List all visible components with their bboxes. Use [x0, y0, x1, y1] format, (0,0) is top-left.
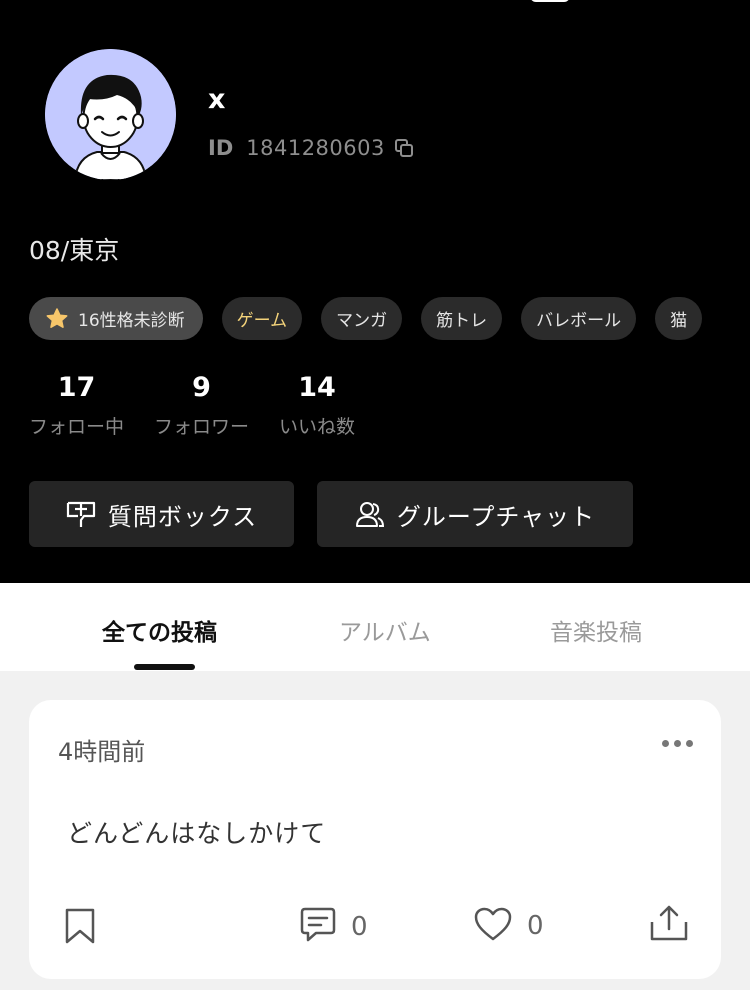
share-icon[interactable] [649, 904, 689, 946]
post-card[interactable]: 4時間前 どんどんはなしかけて 0 0 [29, 700, 721, 979]
stat-label: いいね数 [279, 416, 356, 438]
tab-album[interactable]: アルバム [339, 613, 431, 647]
interest-tags: 16性格未診断 ゲーム マンガ 筋トレ バレボール 猫 [29, 297, 721, 340]
active-tab-indicator [134, 664, 195, 670]
tab-music-posts[interactable]: 音楽投稿 [550, 613, 642, 647]
tag-game[interactable]: ゲーム [221, 297, 303, 340]
stat-likes[interactable]: 14 いいね数 [279, 372, 355, 439]
stats-row: 17 フォロー中 9 フォロワー 14 いいね数 [29, 372, 385, 439]
bio-text: 08/東京 [29, 236, 120, 265]
stat-following[interactable]: 17 フォロー中 [29, 372, 124, 439]
tag-cat[interactable]: 猫 [655, 297, 703, 340]
question-box-button[interactable]: 質問ボックス [29, 481, 294, 547]
star-icon [46, 308, 68, 329]
tag-workout[interactable]: 筋トレ [421, 297, 503, 340]
more-icon[interactable] [657, 740, 693, 747]
post-tabs: 全ての投稿 アルバム 音楽投稿 [0, 583, 750, 671]
avatar[interactable] [45, 49, 176, 180]
username: x [208, 84, 226, 115]
group-chat-button[interactable]: グループチャット [317, 481, 633, 547]
comment-count: 0 [351, 912, 368, 942]
tag-manga[interactable]: マンガ [321, 297, 403, 340]
group-icon [355, 500, 385, 528]
tag-volleyball[interactable]: バレボール [521, 297, 637, 340]
tag-label: 16性格未診断 [78, 311, 185, 331]
stat-followers[interactable]: 9 フォロワー [154, 372, 249, 439]
top-decoration [530, 0, 570, 2]
stat-value: 14 [298, 372, 336, 403]
stat-value: 9 [192, 372, 211, 403]
post-time: 4時間前 [58, 738, 146, 766]
stat-value: 17 [57, 372, 96, 403]
comment-icon [299, 906, 337, 948]
comment-button[interactable]: 0 [299, 906, 368, 948]
copy-icon[interactable] [394, 139, 413, 157]
id-number: 1841280603 [246, 136, 385, 160]
tag-personality[interactable]: 16性格未診断 [29, 297, 203, 340]
profile-header: x ID 1841280603 08/東京 16性格未診断 ゲーム マンガ 筋ト… [0, 0, 750, 583]
question-box-icon [66, 500, 96, 528]
stat-label: フォロワー [154, 416, 250, 438]
like-button[interactable]: 0 [473, 906, 544, 946]
question-box-label: 質問ボックス [107, 502, 258, 531]
profile-actions: 質問ボックス グループチャット [29, 481, 656, 547]
post-text: どんどんはなしかけて [67, 819, 327, 848]
heart-icon [473, 906, 513, 946]
user-id-row: ID 1841280603 [208, 136, 413, 160]
like-count: 0 [527, 911, 544, 941]
stat-label: フォロー中 [29, 416, 125, 438]
group-chat-label: グループチャット [396, 502, 596, 531]
bookmark-icon[interactable] [64, 908, 96, 948]
tab-all-posts[interactable]: 全ての投稿 [102, 613, 217, 647]
post-actions: 0 0 [29, 904, 721, 948]
id-label: ID [208, 136, 234, 160]
